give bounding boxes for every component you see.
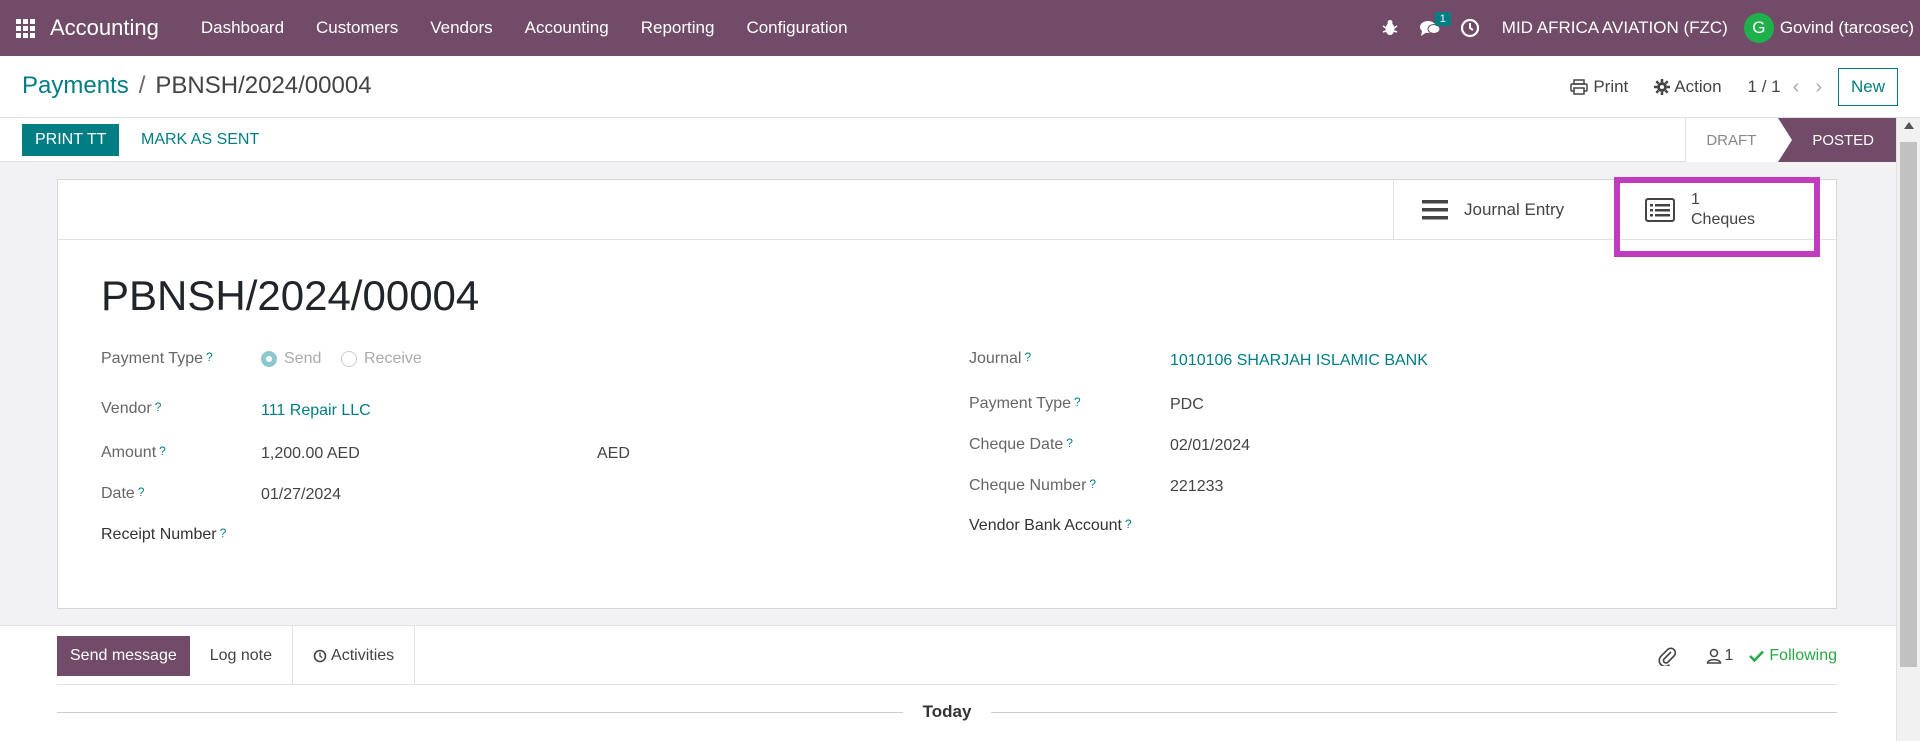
help-icon[interactable]: ? — [155, 400, 162, 414]
record-title: PBNSH/2024/00004 — [101, 272, 480, 319]
cheque-date-label: Cheque Date? — [969, 436, 1073, 453]
apps-menu-icon[interactable] — [0, 0, 50, 56]
form-sheet: Journal Entry 1 Cheques PBNSH/2024/00004… — [57, 179, 1837, 609]
date-value: 01/27/2024 — [261, 486, 342, 503]
breadcrumb-current: PBNSH/2024/00004 — [155, 72, 372, 99]
avatar: G — [1743, 13, 1774, 43]
highlight-box — [1614, 177, 1820, 257]
journal-label: Journal? — [969, 350, 1032, 367]
help-icon[interactable]: ? — [159, 444, 166, 458]
following-label: Following — [1769, 646, 1837, 664]
print-button[interactable]: Print — [1570, 77, 1628, 97]
payment-type-pdc-value: PDC — [1170, 396, 1204, 413]
breadcrumb: Payments / PBNSH/2024/00004 — [22, 72, 372, 100]
amount-value: 1,200.00 AED — [261, 445, 360, 462]
date-label: Date? — [101, 485, 145, 502]
menu-dashboard[interactable]: Dashboard — [185, 0, 300, 56]
scrollbar-thumb[interactable] — [1900, 142, 1917, 667]
company-switcher[interactable]: MID AFRICA AVIATION (FZC) — [1502, 18, 1728, 38]
print-tt-button[interactable]: PRINT TT — [22, 124, 120, 156]
today-label: Today — [922, 702, 972, 721]
action-button[interactable]: Action — [1654, 77, 1722, 97]
scroll-up-arrow-icon[interactable] — [1904, 122, 1914, 129]
status-stages: DRAFT POSTED — [1685, 118, 1896, 162]
payment-type-label: Payment Type? — [101, 350, 213, 367]
vendor-link[interactable]: 111 Repair LLC — [261, 402, 371, 420]
cheque-date-value: 02/01/2024 — [1170, 437, 1251, 454]
print-label: Print — [1593, 77, 1629, 96]
followers-button[interactable]: 1 — [1706, 646, 1734, 665]
send-message-button[interactable]: Send message — [57, 635, 190, 676]
help-icon[interactable]: ? — [1074, 395, 1081, 409]
radio-receive-label: Receive — [364, 350, 422, 367]
currency-value: AED — [597, 445, 630, 462]
receipt-number-label: Receipt Number? — [101, 526, 227, 543]
menu-configuration[interactable]: Configuration — [730, 0, 863, 56]
help-icon[interactable]: ? — [1024, 350, 1031, 364]
followers-count: 1 — [1724, 646, 1734, 664]
vertical-scrollbar[interactable] — [1896, 118, 1920, 741]
help-icon[interactable]: ? — [1125, 517, 1132, 531]
help-icon[interactable]: ? — [206, 350, 213, 364]
debug-bug-icon[interactable] — [1370, 0, 1410, 56]
user-name: Govind (tarcosec) — [1779, 18, 1914, 37]
control-panel: Payments / PBNSH/2024/00004 Print Action… — [0, 56, 1920, 118]
vendor-bank-account-label: Vendor Bank Account? — [969, 517, 1132, 534]
payment-type-send-radio[interactable]: Send — [261, 350, 321, 368]
log-note-button[interactable]: Log note — [190, 626, 292, 685]
action-label: Action — [1674, 77, 1722, 96]
clock-icon — [313, 649, 327, 662]
following-button[interactable]: Following — [1749, 647, 1837, 665]
journal-link[interactable]: 1010106 SHARJAH ISLAMIC BANK — [1170, 352, 1428, 370]
menu-reporting[interactable]: Reporting — [625, 0, 731, 56]
radio-unchecked-icon — [341, 351, 357, 367]
activities-button[interactable]: Activities — [292, 626, 416, 685]
journal-entry-label: Journal Entry — [1464, 200, 1565, 219]
radio-send-label: Send — [284, 350, 322, 367]
new-button[interactable]: New — [1837, 68, 1898, 106]
radio-checked-icon — [261, 351, 277, 367]
status-bar: PRINT TT MARK AS SENT DRAFT POSTED — [0, 118, 1896, 162]
help-icon[interactable]: ? — [1089, 477, 1096, 491]
chatter: Send message Log note Activities 1 Follo… — [0, 625, 1896, 741]
stage-draft[interactable]: DRAFT — [1685, 118, 1779, 162]
vendor-label: Vendor? — [101, 400, 162, 417]
user-icon — [1706, 648, 1721, 664]
check-icon — [1749, 650, 1765, 662]
gear-icon — [1654, 79, 1671, 95]
mark-as-sent-button[interactable]: MARK AS SENT — [141, 124, 259, 156]
journal-entry-smart-button[interactable]: Journal Entry — [1393, 180, 1616, 240]
payment-type-receive-radio[interactable]: Receive — [341, 350, 422, 368]
attachment-paperclip-icon[interactable] — [1658, 646, 1676, 666]
menu-vendors[interactable]: Vendors — [414, 0, 508, 56]
payment-type-pdc-label: Payment Type? — [969, 395, 1081, 412]
user-menu[interactable]: G Govind (tarcosec) — [1743, 13, 1914, 43]
breadcrumb-separator: / — [138, 72, 146, 99]
menu-customers[interactable]: Customers — [300, 0, 414, 56]
top-navbar: Accounting Dashboard Customers Vendors A… — [0, 0, 1920, 56]
amount-label: Amount? — [101, 444, 166, 461]
pager-value[interactable]: 1 / 1 — [1748, 77, 1781, 97]
help-icon[interactable]: ? — [220, 526, 227, 540]
app-title[interactable]: Accounting — [50, 15, 159, 41]
messages-icon[interactable]: 1 — [1410, 0, 1451, 56]
smart-button-box: Journal Entry 1 Cheques — [58, 180, 1836, 240]
printer-icon — [1570, 79, 1589, 95]
help-icon[interactable]: ? — [138, 485, 145, 499]
message-count-badge: 1 — [1434, 12, 1451, 26]
cheque-number-label: Cheque Number? — [969, 477, 1097, 494]
cheque-number-value: 221233 — [1170, 478, 1224, 495]
help-icon[interactable]: ? — [1066, 436, 1073, 450]
activities-label: Activities — [331, 646, 395, 664]
pager-next-icon[interactable]: › — [1815, 76, 1822, 99]
menu-accounting[interactable]: Accounting — [509, 0, 625, 56]
breadcrumb-payments-link[interactable]: Payments — [22, 72, 129, 100]
pager-previous-icon[interactable]: ‹ — [1793, 76, 1800, 99]
date-separator: Today — [57, 702, 1837, 722]
activity-clock-icon[interactable] — [1450, 0, 1490, 56]
list-bars-icon — [1422, 200, 1448, 220]
stage-posted[interactable]: POSTED — [1778, 118, 1896, 162]
